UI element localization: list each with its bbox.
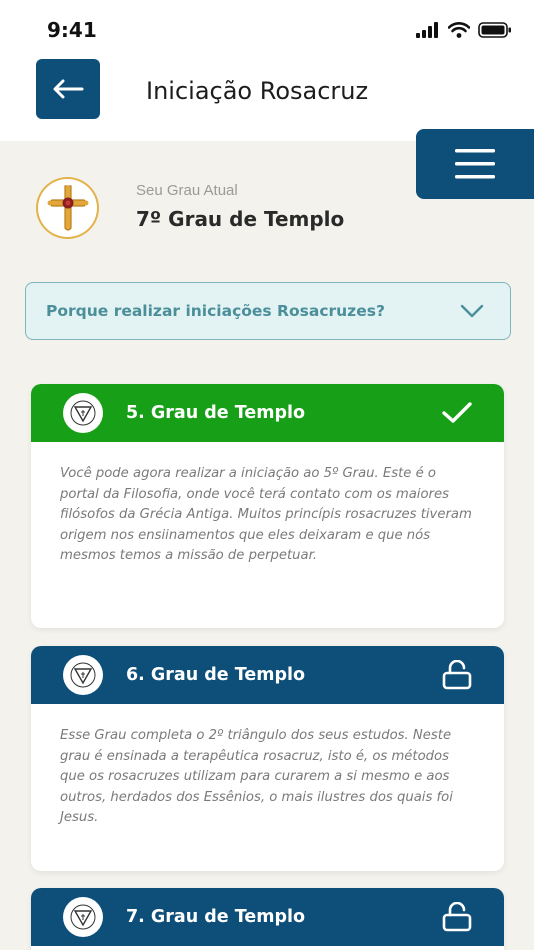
grade-card-6[interactable]: 6. Grau de Templo Esse Grau completa o 2… [31,646,504,871]
menu-button[interactable] [416,129,534,199]
top-bar: 9:41 Iniciação Rosacruz [0,0,534,141]
hamburger-menu-icon [455,149,495,179]
current-grade-value: 7º Grau de Templo [136,207,345,231]
card-description: Esse Grau completa o 2º triângulo dos se… [60,728,453,825]
rosicrucian-cross-icon [47,185,88,231]
faq-accordion[interactable]: Porque realizar iniciações Rosacruzes? [25,282,511,340]
grade-card-5[interactable]: 5. Grau de Templo Você pode agora realiz… [31,384,504,628]
battery-icon [478,22,511,38]
status-icons [416,22,512,38]
card-title: 5. Grau de Templo [126,403,306,423]
checkmark-icon [442,402,472,423]
card-header: 5. Grau de Templo [31,384,504,442]
wifi-icon [448,22,470,38]
card-description: Você pode agora realizar a iniciação ao … [60,466,472,563]
arrow-left-icon [53,79,84,99]
card-title: 6. Grau de Templo [126,665,306,685]
signal-icon [416,22,438,38]
faq-question: Porque realizar iniciações Rosacruzes? [46,302,385,320]
chevron-down-icon [460,304,484,318]
card-title: 7. Grau de Templo [126,907,306,927]
current-grade-label: Seu Grau Atual [136,182,238,199]
grade-emblem [36,177,99,239]
card-header: 7. Grau de Templo [31,888,504,946]
grade-card-7[interactable]: 7. Grau de Templo [31,888,504,950]
triangle-emblem-icon [63,393,103,433]
unlocked-padlock-icon [442,902,472,932]
back-button[interactable] [36,59,100,119]
status-time: 9:41 [47,18,97,42]
unlocked-padlock-icon [442,660,472,690]
triangle-emblem-icon [63,897,103,937]
page-title: Iniciação Rosacruz [146,77,369,105]
card-header: 6. Grau de Templo [31,646,504,704]
triangle-emblem-icon [63,655,103,695]
